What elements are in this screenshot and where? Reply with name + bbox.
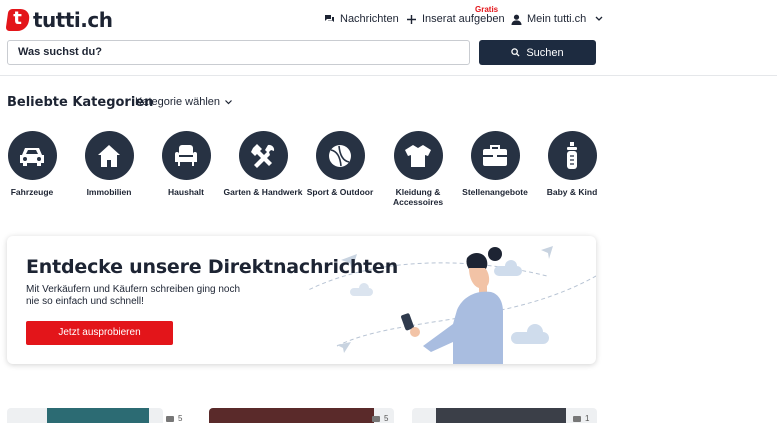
- search-input[interactable]: Was suchst du?: [7, 40, 470, 65]
- photo-count-value: 5: [384, 414, 389, 423]
- try-now-button[interactable]: Jetzt ausprobieren: [26, 321, 173, 345]
- chat-bubbles-icon: [325, 15, 334, 22]
- nav-messages[interactable]: Nachrichten: [324, 13, 399, 25]
- category-circle: [161, 131, 211, 180]
- category-garten-handwerk[interactable]: Garten & Handwerk: [223, 131, 303, 197]
- category-select-label: Kategorie wählen: [135, 96, 221, 108]
- tutti-logo[interactable]: tutti.ch: [5, 8, 113, 32]
- user-icon: [511, 14, 522, 25]
- shirt-icon: [405, 144, 431, 167]
- ball-icon: [329, 144, 351, 167]
- category-list: Fahrzeuge Immobilien Haushalt Garten & H…: [0, 131, 620, 211]
- search-button[interactable]: Suchen: [479, 40, 596, 65]
- category-label: Garten & Handwerk: [223, 187, 303, 197]
- category-baby-kind[interactable]: Baby & Kind: [532, 131, 612, 197]
- category-circle: [238, 131, 288, 180]
- category-circle: [315, 131, 365, 180]
- photo-count-3: 1: [573, 414, 589, 423]
- briefcase-icon: [483, 144, 507, 166]
- category-label: Haushalt: [168, 187, 204, 197]
- listing-image: [47, 408, 149, 423]
- chevron-down-icon: [225, 100, 232, 105]
- nav-account-label: Mein tutti.ch: [527, 13, 587, 25]
- listing-card[interactable]: [209, 408, 394, 423]
- tools-icon: [251, 143, 275, 168]
- house-icon: [98, 144, 120, 167]
- category-circle: [547, 131, 597, 180]
- photo-count-2: 5: [372, 414, 388, 423]
- category-label: Stellenangebote: [462, 187, 528, 197]
- listing-card[interactable]: [412, 408, 597, 423]
- popular-categories-title: Beliebte Kategorien: [7, 95, 154, 110]
- search-icon: [511, 48, 520, 57]
- category-kleidung-accessoires[interactable]: Kleidung & Accessoires: [378, 131, 458, 207]
- search-button-label: Suchen: [526, 46, 564, 59]
- promo-title: Entdecke unsere Direktnachrichten: [26, 256, 399, 278]
- listing-image: [209, 408, 374, 423]
- category-stellenangebote[interactable]: Stellenangebote: [455, 131, 535, 197]
- baby-bottle-icon: [567, 141, 577, 169]
- promo-text: Mit Verkäufern und Käufern schreiben gin…: [26, 284, 241, 307]
- category-haushalt[interactable]: Haushalt: [146, 131, 226, 197]
- nav-account[interactable]: Mein tutti.ch: [511, 13, 606, 25]
- camera-icon: [573, 416, 581, 422]
- listing-image: [436, 408, 566, 423]
- category-label: Immobilien: [86, 187, 132, 197]
- photo-count-value: 1: [585, 414, 590, 423]
- chevron-down-icon: [595, 16, 603, 21]
- nav-post-ad[interactable]: Inserat aufgeben: [406, 13, 505, 25]
- category-sport-outdoor[interactable]: Sport & Outdoor: [300, 131, 380, 197]
- listing-card[interactable]: [7, 408, 163, 423]
- plus-icon: [407, 14, 416, 24]
- nav-messages-label: Nachrichten: [340, 13, 399, 25]
- header-divider: [0, 75, 777, 76]
- photo-count-value: 5: [178, 414, 183, 423]
- category-circle: [84, 131, 134, 180]
- camera-icon: [372, 416, 380, 422]
- camera-icon: [166, 416, 174, 422]
- photo-count-1: 5: [166, 414, 182, 423]
- category-label: Fahrzeuge: [10, 187, 54, 197]
- category-circle: [393, 131, 443, 180]
- nav-post-ad-label: Inserat aufgeben: [422, 13, 505, 25]
- category-immobilien[interactable]: Immobilien: [69, 131, 149, 197]
- category-select[interactable]: Kategorie wählen: [135, 96, 233, 108]
- category-fahrzeuge[interactable]: Fahrzeuge: [0, 131, 72, 197]
- tutti-logo-icon: [5, 9, 31, 31]
- car-icon: [20, 147, 44, 166]
- category-circle: [7, 131, 57, 180]
- armchair-icon: [175, 144, 197, 166]
- category-circle: [470, 131, 520, 180]
- category-label: Sport & Outdoor: [306, 187, 374, 197]
- logo-text: tutti.ch: [33, 8, 113, 32]
- direct-messages-promo: Entdecke unsere Direktnachrichten Mit Ve…: [7, 236, 596, 364]
- category-label: Baby & Kind: [546, 187, 598, 197]
- category-label: Kleidung & Accessoires: [392, 187, 444, 207]
